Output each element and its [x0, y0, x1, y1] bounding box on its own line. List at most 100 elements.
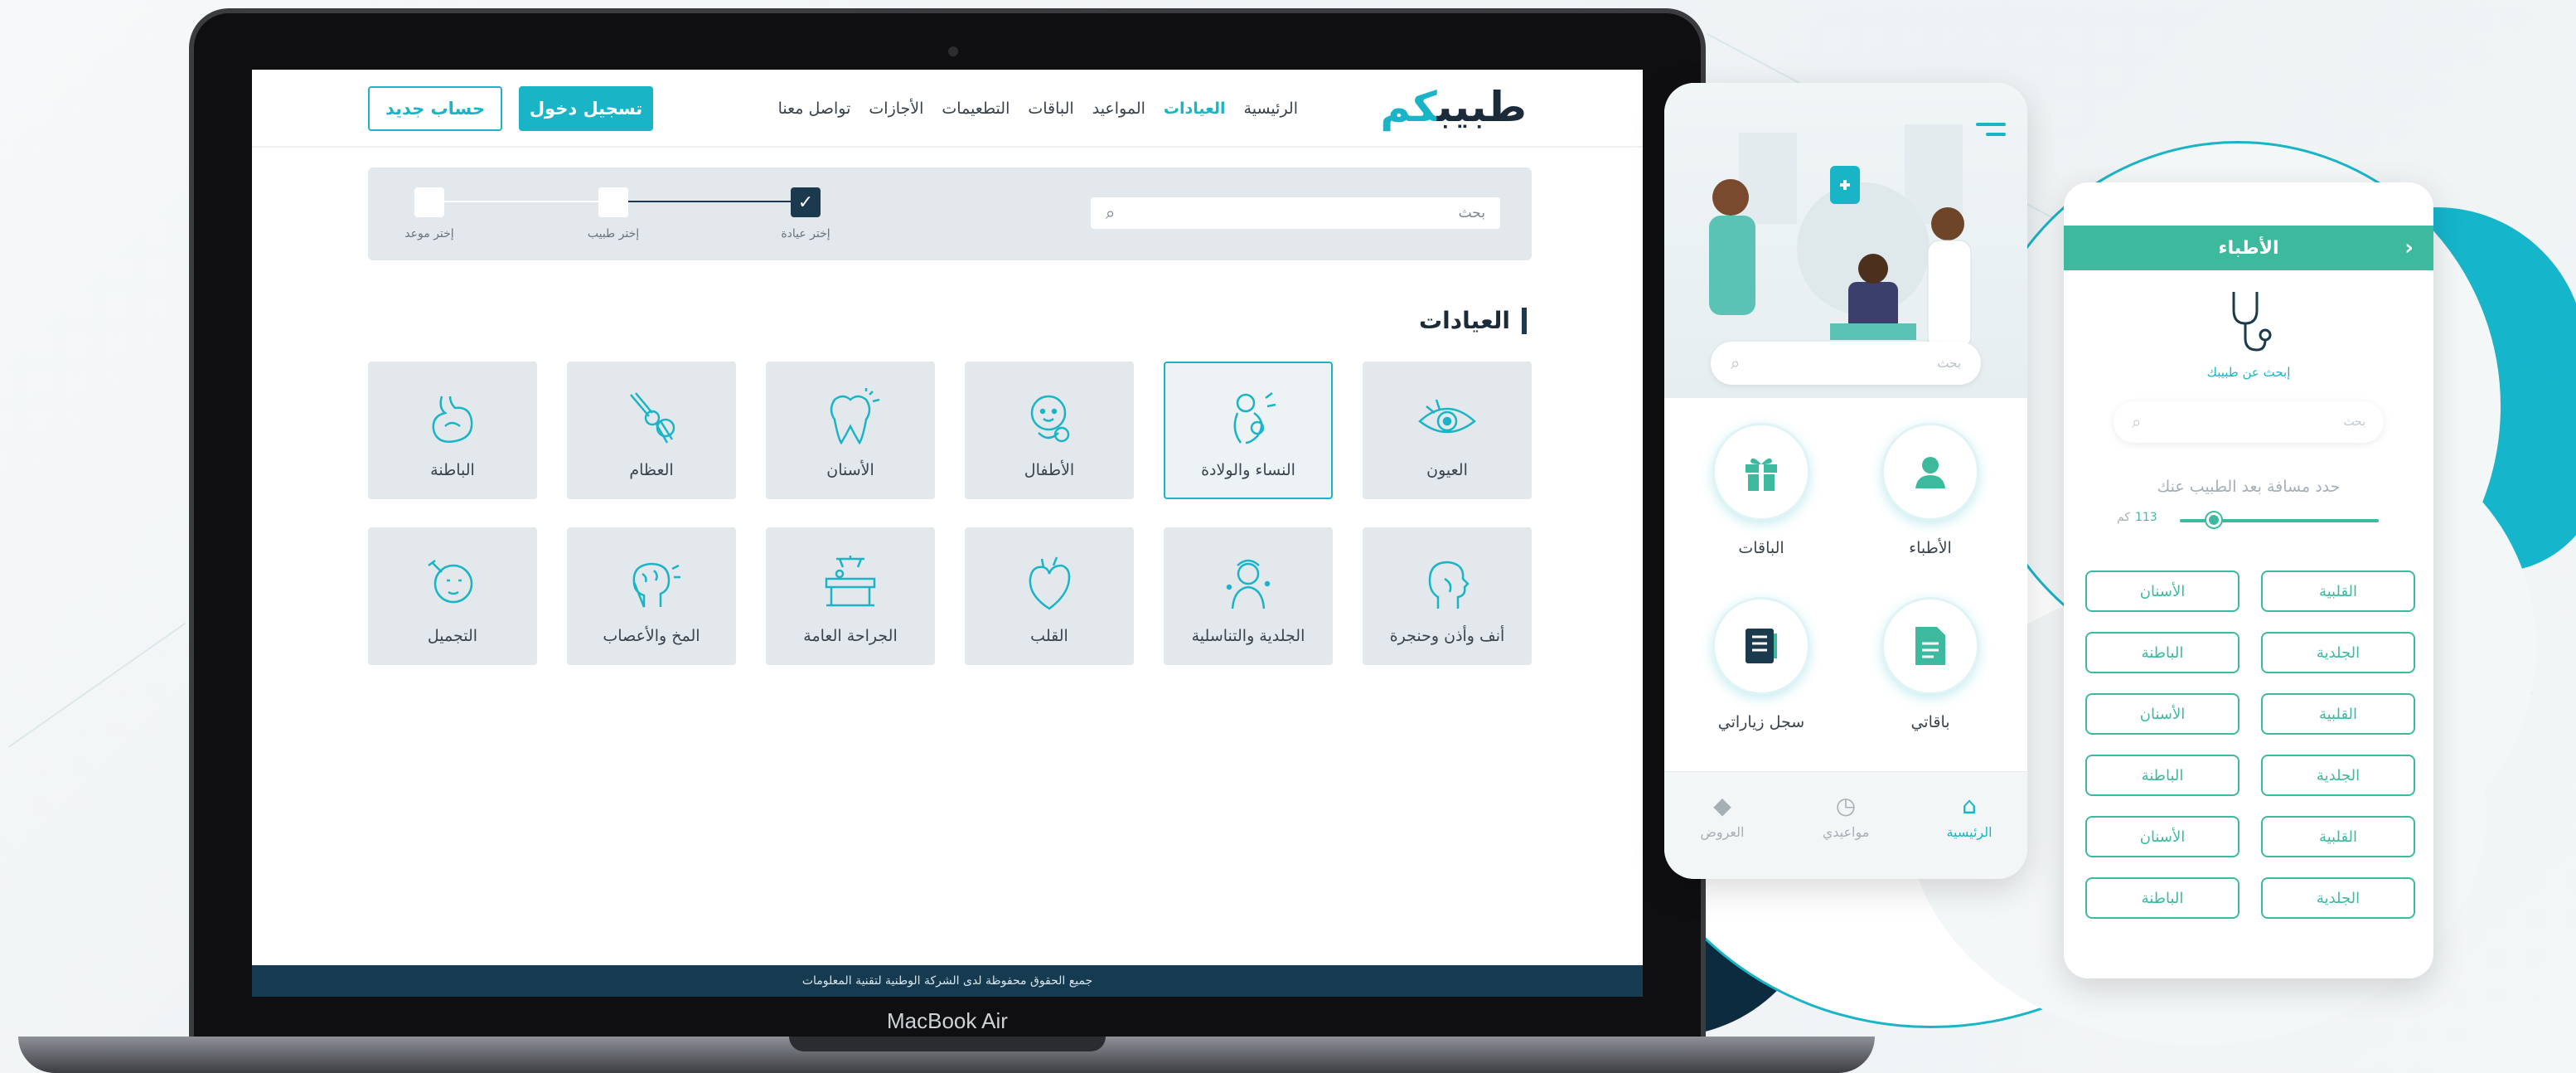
search-icon: ⌕: [1106, 203, 1116, 223]
clinic-label: العيون: [1426, 461, 1468, 479]
nav-item-packages[interactable]: الباقات: [1028, 100, 1073, 118]
tile-doctors[interactable]: الأطباء: [1868, 423, 1993, 557]
distance-readout: 113 كم: [2117, 511, 2157, 524]
bone-joint-icon: [630, 392, 675, 444]
distance-label: حدد مسافة بعد الطبيب عنك: [2157, 478, 2341, 496]
clinic-card-general-surgery[interactable]: الجراحة العامة: [766, 527, 935, 665]
stomach-icon: [432, 396, 473, 443]
specialty-chip[interactable]: الباطنة: [2085, 755, 2239, 796]
tab-offers[interactable]: ◆ العروض: [1673, 792, 1772, 840]
home-icon: ⌂: [1962, 792, 1977, 819]
pregnancy-icon: [1233, 392, 1276, 444]
specialty-chip[interactable]: الجلدية: [2261, 877, 2415, 919]
clinic-card-cosmetic[interactable]: التجميل: [368, 527, 537, 665]
tab-label: العروض: [1700, 824, 1745, 840]
clinic-card-ent[interactable]: أنف وأذن وحنجرة: [1363, 527, 1532, 665]
clinic-card-internal[interactable]: الباطنة: [368, 362, 537, 499]
nav-item-clinics[interactable]: العيادات: [1164, 100, 1226, 118]
document-icon: [1881, 597, 1979, 695]
hamburger-menu-icon[interactable]: [1976, 123, 2006, 143]
site-logo[interactable]: طبيبكم: [1380, 83, 1527, 131]
brain-icon: [632, 562, 680, 608]
camera-dot: [948, 46, 958, 56]
specialty-chip[interactable]: الباطنة: [2085, 877, 2239, 919]
clinic-card-eyes[interactable]: العيون: [1363, 362, 1532, 499]
nav-item-appointments[interactable]: المواعيد: [1092, 100, 1145, 118]
logo-part-2: كم: [1380, 83, 1437, 131]
nav-item-contact[interactable]: تواصل معنا: [778, 100, 851, 118]
clinic-card-dentistry[interactable]: الأسنان: [766, 362, 935, 499]
specialty-chip[interactable]: الجلدية: [2261, 755, 2415, 796]
laptop-frame: طبيبكم الرئيسية العيادات المواعيد الباقا…: [189, 8, 1706, 1046]
clock-icon: ◷: [1835, 792, 1857, 819]
title-accent-bar: [1522, 307, 1527, 334]
clinic-label: الأسنان: [826, 461, 874, 479]
specialty-chips-grid: القلبية الأسنان الجلدية الباطنة القلبية الأسن…: [2082, 570, 2415, 919]
doctor-search-input[interactable]: بحث ⌕: [2114, 401, 2384, 443]
section-title-text: العيادات: [1419, 307, 1510, 334]
section-title: العيادات: [1419, 307, 1527, 334]
tooth-icon: [830, 388, 880, 445]
clinic-card-cardiology[interactable]: القلب: [965, 527, 1134, 665]
clinic-card-dermatology[interactable]: الجلدية والتناسلية: [1164, 527, 1333, 665]
specialty-chip[interactable]: الأسنان: [2085, 570, 2239, 612]
chevron-right-icon[interactable]: ›: [2404, 235, 2414, 260]
main-nav: الرئيسية العيادات المواعيد الباقات التطع…: [778, 100, 1298, 118]
specialty-chip[interactable]: القلبية: [2261, 693, 2415, 735]
booking-steps-panel: بحث ⌕ ✓ إختر عيادة إختر طبيب إختر موعد: [368, 168, 1532, 260]
clinic-card-obgyn[interactable]: النساء والولادة: [1164, 362, 1333, 499]
nav-item-vaccinations[interactable]: التطعيمات: [942, 100, 1010, 118]
login-button[interactable]: تسجيل دخول: [519, 86, 653, 131]
doctors-subtitle: إبحث عن طبيبك: [2206, 365, 2291, 380]
specialty-chip[interactable]: الأسنان: [2085, 693, 2239, 735]
specialty-chip[interactable]: الأسنان: [2085, 816, 2239, 857]
tile-label: باقاتي: [1910, 713, 1950, 731]
tile-label: سجل زياراتي: [1717, 713, 1805, 731]
tab-home[interactable]: ⌂ الرئيسية: [1920, 792, 2019, 840]
search-icon: ⌕: [2132, 412, 2142, 432]
record-book-icon: [1712, 597, 1810, 695]
clinic-label: أنف وأذن وحنجرة: [1389, 627, 1505, 645]
bottom-tab-bar: ⌂ الرئيسية ◷ مواعيدي ◆ العروض: [1664, 771, 2027, 879]
search-placeholder: بحث: [1937, 356, 1961, 371]
clinic-label: القلب: [1030, 627, 1068, 645]
signup-button[interactable]: حساب جديد: [368, 86, 502, 131]
stethoscope-icon: [2232, 292, 2272, 352]
tile-visit-record[interactable]: سجل زياراتي: [1699, 597, 1823, 731]
clinic-label: الأطفال: [1024, 461, 1075, 479]
clinic-label: التجميل: [427, 627, 478, 645]
tag-icon: ◆: [1713, 792, 1731, 819]
distance-value: 113: [2134, 511, 2157, 524]
home-search-input[interactable]: بحث ⌕: [1711, 342, 1981, 385]
step-label-clinic: إختر عيادة: [781, 227, 830, 240]
cosmetic-face-icon: [428, 560, 473, 604]
ent-head-icon: [1428, 561, 1470, 609]
clinic-search-input[interactable]: بحث ⌕: [1091, 197, 1500, 229]
step-checkbox-appointment[interactable]: [414, 187, 444, 217]
search-icon: ⌕: [1731, 353, 1741, 373]
tile-label: الباقات: [1738, 539, 1784, 557]
clinic-card-orthopedics[interactable]: العظام: [567, 362, 736, 499]
step-checkbox-clinic[interactable]: ✓: [791, 187, 821, 217]
eye-icon: [1418, 399, 1476, 434]
clinic-card-pediatrics[interactable]: الأطفال: [965, 362, 1134, 499]
step-label-appointment: إختر موعد: [404, 227, 454, 240]
tile-my-packages[interactable]: باقاتي: [1868, 597, 1993, 731]
skin-icon: [1226, 559, 1271, 609]
nav-item-home[interactable]: الرئيسية: [1244, 100, 1298, 118]
baby-icon: [1030, 395, 1070, 443]
clinic-card-neurology[interactable]: المخ والأعصاب: [567, 527, 736, 665]
search-placeholder: بحث: [2343, 415, 2365, 429]
specialty-chip[interactable]: القلبية: [2261, 816, 2415, 857]
tab-label: مواعيدي: [1822, 824, 1870, 840]
distance-slider-handle[interactable]: [2206, 512, 2221, 527]
step-checkbox-doctor[interactable]: [598, 187, 628, 217]
tab-appointments[interactable]: ◷ مواعيدي: [1796, 792, 1896, 840]
tile-packages[interactable]: الباقات: [1699, 423, 1823, 557]
specialty-chip[interactable]: القلبية: [2261, 570, 2415, 612]
specialty-chip[interactable]: الجلدية: [2261, 632, 2415, 673]
distance-unit: كم: [2117, 511, 2130, 524]
specialty-chip[interactable]: الباطنة: [2085, 632, 2239, 673]
heart-icon: [1029, 556, 1071, 610]
nav-item-leaves[interactable]: الأجازات: [869, 100, 923, 118]
